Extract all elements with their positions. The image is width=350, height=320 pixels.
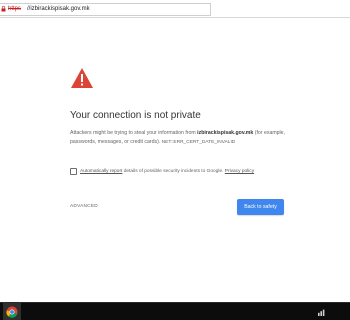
checkbox-middle-text: details of possible security incidents t… (122, 169, 225, 174)
network-icon[interactable] (318, 308, 326, 316)
taskbar-chrome-button[interactable] (3, 303, 21, 320)
report-checkbox-row: Automatically report details of possible… (70, 167, 310, 177)
url-scheme: https (8, 6, 22, 12)
address-bar: https //izbirackispisak.gov.mk (0, 0, 350, 18)
report-checkbox[interactable] (70, 168, 77, 175)
taskbar (0, 302, 350, 320)
not-secure-icon[interactable] (1, 6, 6, 12)
page-title: Your connection is not private (70, 110, 201, 121)
automatically-report-link[interactable]: Automatically report (80, 169, 122, 174)
warning-icon (71, 68, 93, 88)
url-host: //izbirackispisak.gov.mk (27, 6, 90, 12)
chrome-icon (6, 306, 18, 318)
privacy-policy-link[interactable]: Privacy policy (225, 169, 254, 174)
domain-name: izbirackispisak.gov.mk (197, 130, 254, 136)
error-description: Attackers might be trying to steal your … (70, 129, 285, 147)
report-checkbox-label: Automatically report details of possible… (80, 167, 254, 176)
url-field[interactable]: https //izbirackispisak.gov.mk (0, 3, 211, 16)
description-text: Attackers might be trying to steal your … (70, 130, 198, 136)
back-to-safety-button[interactable]: Back to safety (237, 199, 284, 215)
advanced-button[interactable]: ADVANCED (70, 204, 98, 209)
browser-page: https //izbirackispisak.gov.mk Your conn… (0, 0, 350, 320)
error-code: NET::ERR_CERT_DATE_INVALID (161, 140, 236, 145)
